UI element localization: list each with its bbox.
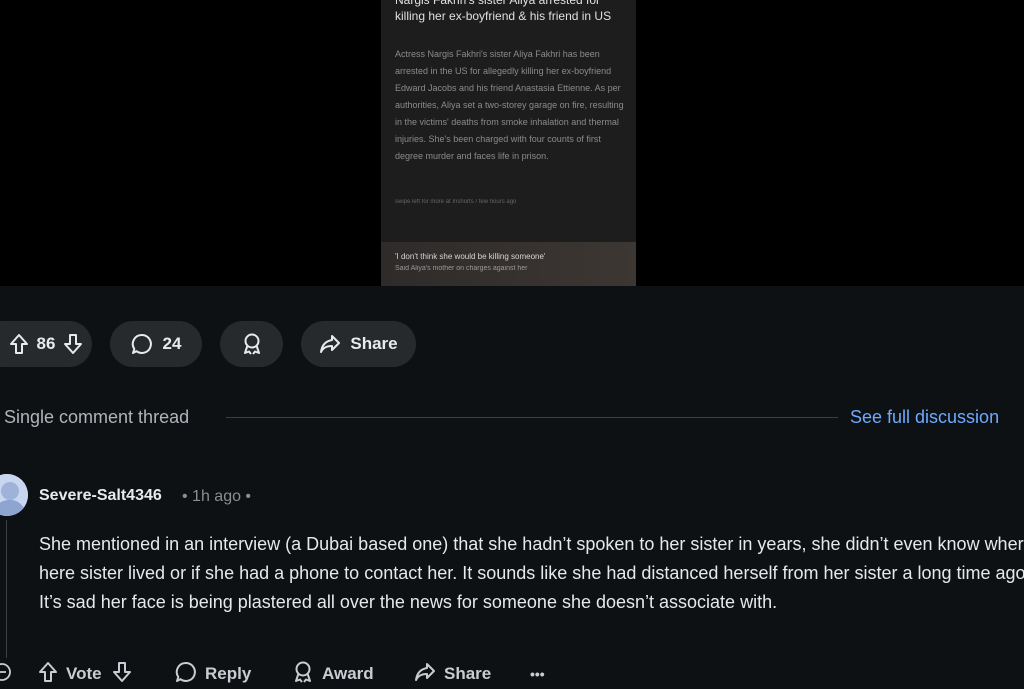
share-label: Share [350,334,398,353]
see-full-discussion-link[interactable]: See full discussion [850,407,999,428]
downvote-icon[interactable] [63,333,83,355]
share-icon [319,334,341,354]
award-icon [241,332,263,356]
comment-meta: • 1h ago • [182,488,252,505]
collapse-button[interactable] [0,660,12,688]
award-label: Award [322,664,374,683]
thread-label: Single comment thread [4,407,190,427]
comment-count: 24 [162,334,182,353]
news-card-image: Nargis Fakhri's sister Aliya arrested fo… [381,0,636,286]
reply-icon [175,661,197,688]
comment-actions: Vote Reply Award Share ••• [0,660,1024,688]
avatar[interactable] [0,474,28,516]
news-card-footer: 'I don't think she would be killing some… [381,242,636,286]
post-media[interactable]: Nargis Fakhri's sister Aliya arrested fo… [0,0,1024,286]
vote-count: 86 [36,334,56,353]
comment-share-button[interactable]: Share [414,660,491,688]
upvote-icon[interactable] [38,661,58,688]
news-card-title: Nargis Fakhri's sister Aliya arrested fo… [395,0,612,23]
reply-label: Reply [205,664,252,683]
comments-button[interactable]: 24 [110,321,202,367]
comment-author[interactable]: Severe-Salt4346 [39,487,162,505]
comment-vote: Vote [38,660,132,688]
reply-button[interactable]: Reply [175,660,251,688]
vote-label: Vote [66,664,102,683]
comment-icon [131,333,153,355]
news-card-quote: 'I don't think she would be killing some… [395,252,546,261]
news-card-quote-sub: Said Aliya's mother on charges against h… [395,265,528,272]
share-label: Share [444,664,492,683]
comment-text: She mentioned in an interview (a Dubai b… [39,534,1024,612]
award-button[interactable]: Award [292,660,374,688]
thread-line[interactable] [6,520,7,658]
news-card-body: Actress Nargis Fakhri's sister Aliya Fak… [395,49,624,161]
award-button[interactable] [220,321,283,367]
award-icon [292,660,314,689]
upvote-icon[interactable] [9,333,29,355]
more-options-icon: ••• [530,666,545,682]
news-card-meta: swipe left for more at Inshorts / few ho… [395,199,517,205]
more-options-button[interactable]: ••• [530,660,545,688]
thread-divider [226,417,838,418]
share-button[interactable]: Share [301,321,416,367]
vote-pill: 86 [0,321,92,367]
downvote-icon[interactable] [112,661,132,688]
